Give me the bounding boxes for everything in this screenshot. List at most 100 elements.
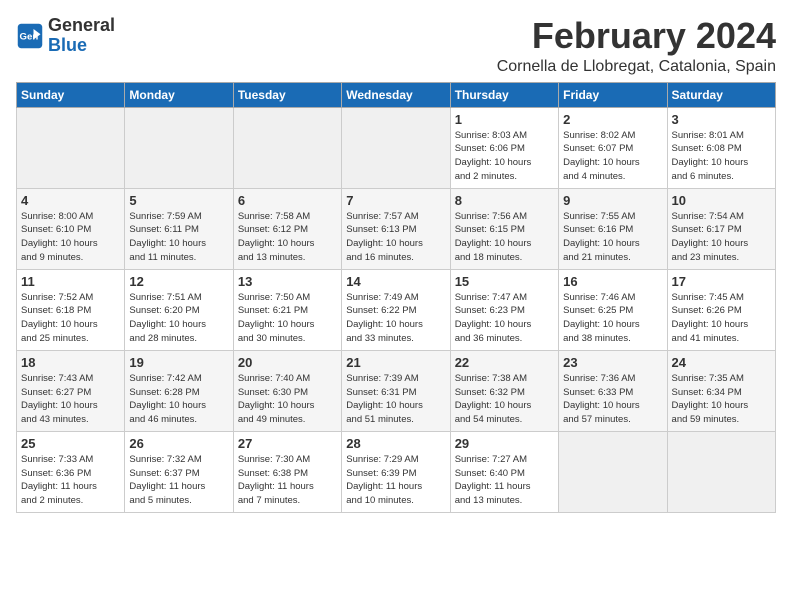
day-number: 12 bbox=[129, 274, 228, 289]
day-cell bbox=[125, 107, 233, 188]
day-cell: 22 Sunrise: 7:38 AM Sunset: 6:32 PM Dayli… bbox=[450, 350, 558, 431]
day-number: 28 bbox=[346, 436, 445, 451]
logo-text: GeneralBlue bbox=[48, 16, 115, 56]
day-cell: 18Sunrise: 7:43 AM Sunset: 6:27 PM Dayli… bbox=[17, 350, 125, 431]
day-cell: 16 Sunrise: 7:46 AM Sunset: 6:25 PM Dayli… bbox=[559, 269, 667, 350]
day-number: 29 bbox=[455, 436, 554, 451]
day-info: Sunrise: 7:51 AM Sunset: 6:20 PM Dayligh… bbox=[129, 291, 228, 346]
day-cell: 5 Sunrise: 7:59 AM Sunset: 6:11 PM Daylig… bbox=[125, 188, 233, 269]
day-cell: 13 Sunrise: 7:50 AM Sunset: 6:21 PM Dayli… bbox=[233, 269, 341, 350]
day-cell bbox=[233, 107, 341, 188]
day-cell bbox=[559, 431, 667, 512]
day-info: Sunrise: 7:36 AM Sunset: 6:33 PM Dayligh… bbox=[563, 372, 662, 427]
day-number: 25 bbox=[21, 436, 120, 451]
day-cell bbox=[342, 107, 450, 188]
day-number: 27 bbox=[238, 436, 337, 451]
day-number: 13 bbox=[238, 274, 337, 289]
day-info: Sunrise: 7:33 AM Sunset: 6:36 PM Dayligh… bbox=[21, 453, 120, 508]
day-number: 10 bbox=[672, 193, 771, 208]
day-info: Sunrise: 7:38 AM Sunset: 6:32 PM Dayligh… bbox=[455, 372, 554, 427]
logo-icon: Gen bbox=[16, 22, 44, 50]
day-number: 16 bbox=[563, 274, 662, 289]
day-info: Sunrise: 8:01 AM Sunset: 6:08 PM Dayligh… bbox=[672, 129, 771, 184]
day-number: 26 bbox=[129, 436, 228, 451]
weekday-header-friday: Friday bbox=[559, 82, 667, 107]
day-info: Sunrise: 7:54 AM Sunset: 6:17 PM Dayligh… bbox=[672, 210, 771, 265]
day-number: 22 bbox=[455, 355, 554, 370]
day-info: Sunrise: 7:27 AM Sunset: 6:40 PM Dayligh… bbox=[455, 453, 554, 508]
day-number: 19 bbox=[129, 355, 228, 370]
day-info: Sunrise: 7:40 AM Sunset: 6:30 PM Dayligh… bbox=[238, 372, 337, 427]
day-info: Sunrise: 7:57 AM Sunset: 6:13 PM Dayligh… bbox=[346, 210, 445, 265]
day-cell: 21 Sunrise: 7:39 AM Sunset: 6:31 PM Dayli… bbox=[342, 350, 450, 431]
weekday-header-thursday: Thursday bbox=[450, 82, 558, 107]
week-row-3: 11 Sunrise: 7:52 AM Sunset: 6:18 PM Dayli… bbox=[17, 269, 776, 350]
day-info: Sunrise: 7:50 AM Sunset: 6:21 PM Dayligh… bbox=[238, 291, 337, 346]
logo: Gen GeneralBlue bbox=[16, 16, 115, 56]
day-cell: 17 Sunrise: 7:45 AM Sunset: 6:26 PM Dayli… bbox=[667, 269, 775, 350]
day-cell: 4Sunrise: 8:00 AM Sunset: 6:10 PM Daylig… bbox=[17, 188, 125, 269]
day-info: Sunrise: 7:43 AM Sunset: 6:27 PM Dayligh… bbox=[21, 372, 120, 427]
day-info: Sunrise: 7:49 AM Sunset: 6:22 PM Dayligh… bbox=[346, 291, 445, 346]
day-info: Sunrise: 8:00 AM Sunset: 6:10 PM Dayligh… bbox=[21, 210, 120, 265]
day-number: 21 bbox=[346, 355, 445, 370]
day-number: 2 bbox=[563, 112, 662, 127]
day-number: 20 bbox=[238, 355, 337, 370]
day-cell: 1 Sunrise: 8:03 AM Sunset: 6:06 PM Daylig… bbox=[450, 107, 558, 188]
day-cell: 8 Sunrise: 7:56 AM Sunset: 6:15 PM Daylig… bbox=[450, 188, 558, 269]
day-info: Sunrise: 7:45 AM Sunset: 6:26 PM Dayligh… bbox=[672, 291, 771, 346]
day-cell: 27 Sunrise: 7:30 AM Sunset: 6:38 PM Dayli… bbox=[233, 431, 341, 512]
day-cell: 26 Sunrise: 7:32 AM Sunset: 6:37 PM Dayli… bbox=[125, 431, 233, 512]
week-row-2: 4Sunrise: 8:00 AM Sunset: 6:10 PM Daylig… bbox=[17, 188, 776, 269]
day-cell: 3 Sunrise: 8:01 AM Sunset: 6:08 PM Daylig… bbox=[667, 107, 775, 188]
day-info: Sunrise: 7:46 AM Sunset: 6:25 PM Dayligh… bbox=[563, 291, 662, 346]
day-number: 6 bbox=[238, 193, 337, 208]
day-cell: 2 Sunrise: 8:02 AM Sunset: 6:07 PM Daylig… bbox=[559, 107, 667, 188]
day-number: 17 bbox=[672, 274, 771, 289]
week-row-1: 1 Sunrise: 8:03 AM Sunset: 6:06 PM Daylig… bbox=[17, 107, 776, 188]
day-cell: 6 Sunrise: 7:58 AM Sunset: 6:12 PM Daylig… bbox=[233, 188, 341, 269]
day-number: 8 bbox=[455, 193, 554, 208]
day-number: 11 bbox=[21, 274, 120, 289]
day-info: Sunrise: 7:52 AM Sunset: 6:18 PM Dayligh… bbox=[21, 291, 120, 346]
day-info: Sunrise: 7:32 AM Sunset: 6:37 PM Dayligh… bbox=[129, 453, 228, 508]
day-info: Sunrise: 7:58 AM Sunset: 6:12 PM Dayligh… bbox=[238, 210, 337, 265]
day-number: 14 bbox=[346, 274, 445, 289]
day-cell: 10 Sunrise: 7:54 AM Sunset: 6:17 PM Dayli… bbox=[667, 188, 775, 269]
week-row-5: 25 Sunrise: 7:33 AM Sunset: 6:36 PM Dayli… bbox=[17, 431, 776, 512]
location-title: Cornella de Llobregat, Catalonia, Spain bbox=[497, 58, 776, 76]
day-cell: 11 Sunrise: 7:52 AM Sunset: 6:18 PM Dayli… bbox=[17, 269, 125, 350]
day-cell: 20 Sunrise: 7:40 AM Sunset: 6:30 PM Dayli… bbox=[233, 350, 341, 431]
day-cell: 15Sunrise: 7:47 AM Sunset: 6:23 PM Dayli… bbox=[450, 269, 558, 350]
weekday-header-monday: Monday bbox=[125, 82, 233, 107]
day-cell bbox=[17, 107, 125, 188]
day-number: 3 bbox=[672, 112, 771, 127]
day-info: Sunrise: 7:56 AM Sunset: 6:15 PM Dayligh… bbox=[455, 210, 554, 265]
header: Gen GeneralBlue February 2024 Cornella d… bbox=[16, 16, 776, 76]
weekday-header-sunday: Sunday bbox=[17, 82, 125, 107]
day-number: 7 bbox=[346, 193, 445, 208]
title-area: February 2024 Cornella de Llobregat, Cat… bbox=[497, 16, 776, 76]
month-title: February 2024 bbox=[497, 16, 776, 56]
day-info: Sunrise: 8:02 AM Sunset: 6:07 PM Dayligh… bbox=[563, 129, 662, 184]
day-number: 5 bbox=[129, 193, 228, 208]
day-number: 9 bbox=[563, 193, 662, 208]
week-row-4: 18Sunrise: 7:43 AM Sunset: 6:27 PM Dayli… bbox=[17, 350, 776, 431]
day-cell: 24Sunrise: 7:35 AM Sunset: 6:34 PM Dayli… bbox=[667, 350, 775, 431]
day-cell: 19 Sunrise: 7:42 AM Sunset: 6:28 PM Dayli… bbox=[125, 350, 233, 431]
day-info: Sunrise: 7:59 AM Sunset: 6:11 PM Dayligh… bbox=[129, 210, 228, 265]
day-cell: 7 Sunrise: 7:57 AM Sunset: 6:13 PM Daylig… bbox=[342, 188, 450, 269]
weekday-header-row: SundayMondayTuesdayWednesdayThursdayFrid… bbox=[17, 82, 776, 107]
day-info: Sunrise: 7:39 AM Sunset: 6:31 PM Dayligh… bbox=[346, 372, 445, 427]
day-cell: 29 Sunrise: 7:27 AM Sunset: 6:40 PM Dayli… bbox=[450, 431, 558, 512]
day-number: 1 bbox=[455, 112, 554, 127]
day-cell: 28Sunrise: 7:29 AM Sunset: 6:39 PM Dayli… bbox=[342, 431, 450, 512]
day-info: Sunrise: 7:30 AM Sunset: 6:38 PM Dayligh… bbox=[238, 453, 337, 508]
weekday-header-saturday: Saturday bbox=[667, 82, 775, 107]
day-cell bbox=[667, 431, 775, 512]
day-cell: 12 Sunrise: 7:51 AM Sunset: 6:20 PM Dayli… bbox=[125, 269, 233, 350]
day-info: Sunrise: 7:55 AM Sunset: 6:16 PM Dayligh… bbox=[563, 210, 662, 265]
day-info: Sunrise: 7:42 AM Sunset: 6:28 PM Dayligh… bbox=[129, 372, 228, 427]
day-info: Sunrise: 7:35 AM Sunset: 6:34 PM Dayligh… bbox=[672, 372, 771, 427]
day-info: Sunrise: 8:03 AM Sunset: 6:06 PM Dayligh… bbox=[455, 129, 554, 184]
